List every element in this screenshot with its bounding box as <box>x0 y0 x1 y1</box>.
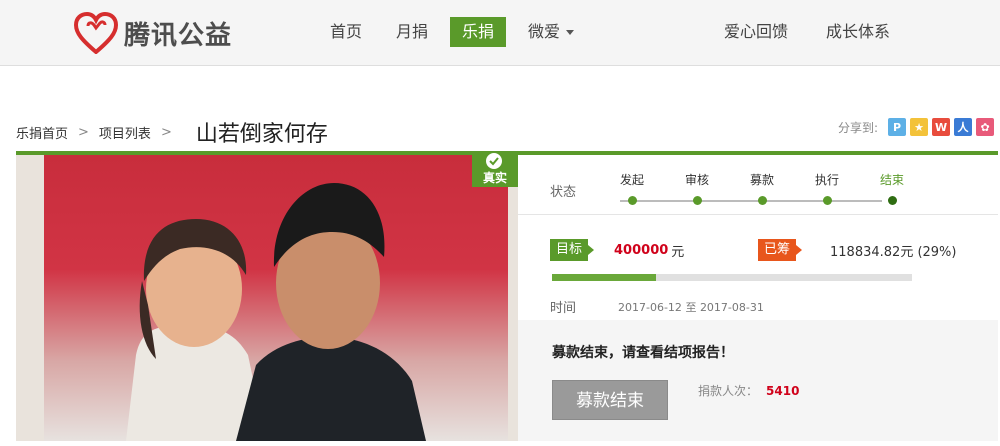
kaixin-icon[interactable]: ✿ <box>976 118 995 136</box>
page-title: 山若倒家何存 <box>195 122 328 147</box>
renren-icon[interactable]: 人 <box>954 118 973 136</box>
nav-weiai[interactable]: 微爱 <box>516 17 586 47</box>
breadcrumb-separator: > <box>78 124 89 140</box>
step-dot <box>823 196 832 205</box>
target-row: 目标 400000 元 <box>550 239 684 261</box>
check-icon <box>486 153 502 169</box>
friends-icon[interactable]: ★ <box>910 118 929 136</box>
step-fundraise: 募款 <box>742 171 782 205</box>
qzone-icon[interactable]: P <box>888 118 907 136</box>
fundraising-ended-button[interactable]: 募款结束 <box>552 380 668 420</box>
nav-love-feedback-label: 爱心回馈 <box>724 22 789 41</box>
target-unit: 元 <box>671 244 685 260</box>
breadcrumb: 乐捐首页 > 项目列表 > 山若倒家何存 <box>16 116 328 148</box>
end-message: 募款结束，请查看结项报告！ <box>552 345 734 361</box>
time-start: 2017-06-12 <box>618 301 682 314</box>
brand-name: 腾讯公益 <box>124 20 233 51</box>
breadcrumb-project-list[interactable]: 项目列表 <box>99 123 151 142</box>
project-info: 状态 发起 审核 募款 执行 结束 目标 400000 元 已筹 118834.… <box>518 155 998 441</box>
breadcrumb-separator: > <box>160 124 172 140</box>
donor-count-value: 5410 <box>766 384 800 398</box>
nav-lejuan[interactable]: 乐捐 <box>450 17 507 47</box>
progress-bar <box>552 274 912 281</box>
nav-love-feedback[interactable]: 爱心回馈 <box>712 17 800 47</box>
status-label: 状态 <box>550 185 577 200</box>
step-review-label: 审核 <box>684 173 709 187</box>
couple-photo-illustration <box>126 183 426 441</box>
nav-lejuan-label: 乐捐 <box>462 22 495 41</box>
raised-row: 已筹 118834.82元 (29%) <box>758 239 957 261</box>
chevron-down-icon <box>566 30 575 35</box>
secondary-nav: 爱心回馈 成长体系 <box>712 17 916 47</box>
step-launch: 发起 <box>612 171 652 205</box>
verified-badge: 真实 <box>472 151 518 187</box>
fundraising-end-section: 募款结束，请查看结项报告！ 募款结束 捐款人次： 5410 <box>518 320 998 441</box>
project-photo <box>16 155 518 441</box>
step-dot <box>758 196 767 205</box>
verified-badge-text: 真实 <box>482 171 507 185</box>
main-nav: 首页 月捐 乐捐 微爱 <box>318 17 596 47</box>
time-end: 2017-08-31 <box>699 301 764 314</box>
step-dot-current <box>888 196 897 205</box>
steps-track <box>620 200 882 202</box>
step-dot <box>693 196 702 205</box>
raised-amount: 118834.82元 (29%) <box>830 244 957 260</box>
nav-home[interactable]: 首页 <box>318 17 374 47</box>
time-separator: 至 <box>685 301 697 314</box>
time-range: 2017-06-12 至 2017-08-31 <box>618 299 764 315</box>
nav-monthly[interactable]: 月捐 <box>384 17 440 47</box>
top-navigation-bar: 腾讯公益 首页 月捐 乐捐 微爱 爱心回馈 成长体系 <box>0 0 1000 66</box>
step-execute-label: 执行 <box>814 173 839 187</box>
step-dot <box>628 196 637 205</box>
site-logo[interactable]: 腾讯公益 <box>74 12 232 54</box>
raised-tag: 已筹 <box>758 239 803 261</box>
heart-logo-icon <box>74 12 118 54</box>
share-label: 分享到: <box>838 120 879 135</box>
step-finished: 结束 <box>872 171 912 205</box>
weibo-icon[interactable]: W <box>932 118 951 136</box>
target-amount: 400000 <box>614 242 669 258</box>
step-finished-label: 结束 <box>879 173 904 187</box>
step-launch-label: 发起 <box>619 173 644 187</box>
step-review: 审核 <box>677 171 717 205</box>
progress-fill <box>552 274 657 281</box>
nav-monthly-label: 月捐 <box>396 22 429 41</box>
status-steps: 发起 审核 募款 执行 结束 <box>608 171 904 211</box>
nav-growth-system[interactable]: 成长体系 <box>814 17 902 47</box>
nav-home-label: 首页 <box>330 22 363 41</box>
step-execute: 执行 <box>807 171 847 205</box>
step-fundraise-label: 募款 <box>749 173 774 187</box>
share-bar: 分享到: P ★ W 人 ✿ <box>838 118 998 136</box>
breadcrumb-lejuan-home[interactable]: 乐捐首页 <box>16 123 68 142</box>
project-panel: 真实 状态 发起 审核 募款 执行 结束 目标 400000 元 已筹 1188… <box>16 151 998 441</box>
nav-growth-system-label: 成长体系 <box>826 22 891 41</box>
status-section: 状态 发起 审核 募款 执行 结束 <box>518 155 998 215</box>
time-label: 时间 <box>550 301 577 316</box>
donor-count: 捐款人次： 5410 <box>698 382 799 399</box>
nav-weiai-label: 微爱 <box>528 22 561 41</box>
target-tag: 目标 <box>550 239 595 261</box>
donor-count-label: 捐款人次： <box>698 384 759 398</box>
